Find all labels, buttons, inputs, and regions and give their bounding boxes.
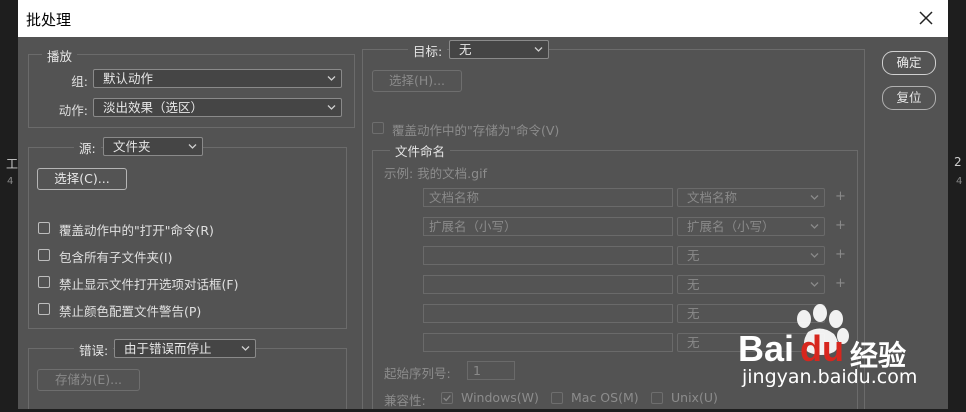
baidu-watermark: Bai du 经验 jingyan.baidu.com xyxy=(738,300,966,409)
close-icon[interactable] xyxy=(914,6,938,30)
naming-field-1[interactable]: 文档名称 xyxy=(423,188,673,207)
include-subfolders-label: 包含所有子文件夹(I) xyxy=(59,250,173,265)
play-legend: 播放 xyxy=(42,46,78,65)
chevron-down-icon xyxy=(327,76,336,81)
suppress-color-warning-label: 禁止颜色配置文件警告(P) xyxy=(59,304,202,319)
naming-field-6[interactable] xyxy=(423,333,673,352)
bg-right-text: 2 xyxy=(954,155,962,169)
add-row-4-icon[interactable]: + xyxy=(835,276,846,291)
override-open-label: 覆盖动作中的"打开"命令(R) xyxy=(59,223,214,238)
chevron-down-icon xyxy=(810,224,819,229)
naming-select-4[interactable]: 无 xyxy=(677,275,825,294)
set-select[interactable]: 默认动作 xyxy=(93,69,342,88)
dialog-title: 批处理 xyxy=(26,11,72,29)
override-save-checkbox[interactable] xyxy=(372,122,384,134)
naming-example: 示例: 我的文档.gif xyxy=(384,166,487,181)
naming-field-3[interactable] xyxy=(423,246,673,265)
bg-left-text: 工 xyxy=(6,157,19,171)
action-select-value: 淡出效果（选区） xyxy=(103,100,204,115)
bg-right-sub: 4 xyxy=(956,176,963,187)
suppress-open-options-label: 禁止显示文件打开选项对话框(F) xyxy=(59,277,239,292)
errors-save-as-button[interactable]: 存储为(E)... xyxy=(37,369,140,391)
source-select-value: 文件夹 xyxy=(113,139,151,154)
action-select[interactable]: 淡出效果（选区） xyxy=(93,98,342,117)
set-select-value: 默认动作 xyxy=(103,71,154,86)
errors-label: 错误: xyxy=(74,340,114,359)
watermark-brand-bai: Bai xyxy=(738,328,795,369)
destination-select-value: 无 xyxy=(459,42,472,57)
add-row-1-icon[interactable]: + xyxy=(835,189,846,204)
file-naming-legend: 文件命名 xyxy=(390,141,451,160)
suppress-color-warning-checkbox[interactable] xyxy=(38,303,50,315)
compat-unix-checkbox[interactable] xyxy=(651,392,663,404)
add-row-3-icon[interactable]: + xyxy=(835,247,846,262)
suppress-open-options-checkbox[interactable] xyxy=(38,276,50,288)
chevron-down-icon xyxy=(241,346,250,351)
errors-select[interactable]: 由于错误而停止 xyxy=(114,339,256,358)
naming-select-6-value: 无 xyxy=(687,335,700,350)
naming-field-2[interactable]: 扩展名（小写） xyxy=(423,217,673,236)
chevron-down-icon xyxy=(810,253,819,258)
naming-select-4-value: 无 xyxy=(687,277,700,292)
chevron-down-icon xyxy=(327,105,336,110)
destination-choose-button[interactable]: 选择(H)... xyxy=(372,70,462,92)
naming-select-5-value: 无 xyxy=(687,306,700,321)
naming-select-3[interactable]: 无 xyxy=(677,246,825,265)
source-label: 源: xyxy=(74,138,101,157)
ok-button[interactable]: 确定 xyxy=(882,51,936,75)
destination-label: 目标: xyxy=(408,41,448,60)
override-save-label: 覆盖动作中的"存储为"命令(V) xyxy=(392,123,560,138)
source-select[interactable]: 文件夹 xyxy=(103,137,203,156)
source-choose-button[interactable]: 选择(C)... xyxy=(37,168,127,190)
naming-field-4[interactable] xyxy=(423,275,673,294)
destination-select[interactable]: 无 xyxy=(449,40,549,59)
compat-windows-checkbox[interactable] xyxy=(441,392,453,404)
naming-select-1[interactable]: 文档名称 xyxy=(677,188,825,207)
compat-mac-label: Mac OS(M) xyxy=(571,390,639,405)
bg-left-sub: 4 xyxy=(7,176,14,187)
naming-select-1-value: 文档名称 xyxy=(687,190,738,205)
watermark-brand-du: du xyxy=(800,328,844,369)
override-open-checkbox[interactable] xyxy=(38,222,50,234)
include-subfolders-checkbox[interactable] xyxy=(38,249,50,261)
add-row-2-icon[interactable]: + xyxy=(835,218,846,233)
start-serial-label: 起始序列号: xyxy=(384,366,451,381)
chevron-down-icon xyxy=(810,195,819,200)
errors-select-value: 由于错误而停止 xyxy=(124,341,212,356)
compat-windows-label: Windows(W) xyxy=(461,390,539,405)
chevron-down-icon xyxy=(534,47,543,52)
naming-select-3-value: 无 xyxy=(687,248,700,263)
naming-select-2-value: 扩展名（小写） xyxy=(687,219,775,234)
check-icon xyxy=(443,395,451,402)
reset-button[interactable]: 复位 xyxy=(882,86,936,110)
chevron-down-icon xyxy=(188,144,197,149)
compat-label: 兼容性: xyxy=(384,393,426,408)
title-bar: 批处理 xyxy=(18,0,948,37)
naming-field-5[interactable] xyxy=(423,304,673,323)
naming-select-2[interactable]: 扩展名（小写） xyxy=(677,217,825,236)
watermark-url: jingyan.baidu.com xyxy=(742,366,918,388)
start-serial-input[interactable]: 1 xyxy=(467,361,515,380)
compat-mac-checkbox[interactable] xyxy=(551,392,563,404)
set-label: 组: xyxy=(71,74,88,89)
action-label: 动作: xyxy=(58,103,88,118)
compat-unix-label: Unix(U) xyxy=(671,390,718,405)
chevron-down-icon xyxy=(810,282,819,287)
